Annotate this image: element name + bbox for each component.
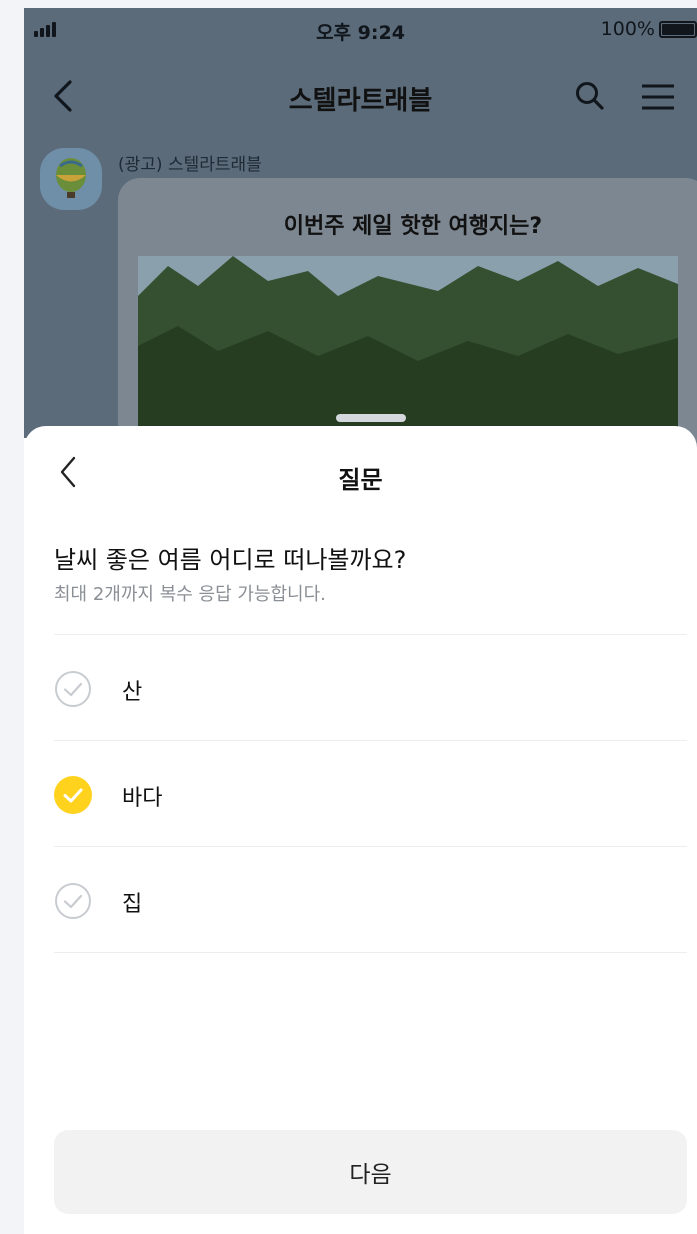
phone-screen: 오후 9:24 100% 스텔라트래블 (광고) 스텔라트래블 이번주 제일 핫… (24, 8, 697, 1234)
option-label: 바다 (122, 786, 163, 811)
menu-icon[interactable] (638, 80, 678, 114)
option-home[interactable]: 집 (54, 848, 687, 952)
sheet-handle[interactable] (336, 414, 406, 422)
battery-percent: 100% (600, 18, 655, 40)
search-icon[interactable] (572, 78, 608, 114)
divider (54, 634, 687, 635)
question-hint: 최대 2개까지 복수 응답 가능합니다. (54, 584, 326, 605)
card-title: 이번주 제일 핫한 여행지는? (283, 214, 543, 239)
option-label: 산 (122, 680, 143, 705)
chat-header: 스텔라트래블 (24, 68, 697, 128)
question-sheet: 질문 날씨 좋은 여름 어디로 떠나볼까요? 최대 2개까지 복수 응답 가능합… (24, 426, 697, 1234)
check-icon[interactable] (54, 776, 92, 814)
battery-icon (659, 21, 697, 38)
divider (54, 740, 687, 741)
balloon-icon (56, 158, 86, 198)
option-mountain[interactable]: 산 (54, 636, 687, 740)
question-text: 날씨 좋은 여름 어디로 떠나볼까요? (54, 546, 407, 574)
chat-background: 오후 9:24 100% 스텔라트래블 (광고) 스텔라트래블 이번주 제일 핫… (24, 8, 697, 458)
check-icon[interactable] (54, 882, 92, 920)
divider (54, 952, 687, 953)
divider (54, 846, 687, 847)
option-sea[interactable]: 바다 (54, 742, 687, 846)
next-button[interactable]: 다음 (54, 1130, 687, 1214)
channel-avatar[interactable] (40, 148, 102, 210)
status-time: 오후 9:24 (316, 22, 405, 44)
option-label: 집 (122, 892, 143, 917)
message-card[interactable]: 이번주 제일 핫한 여행지는? (118, 178, 697, 458)
status-bar: 오후 9:24 100% (24, 8, 697, 50)
sender-name: (광고) 스텔라트래블 (118, 155, 262, 175)
sheet-title: 질문 (338, 466, 383, 494)
check-icon[interactable] (54, 670, 92, 708)
